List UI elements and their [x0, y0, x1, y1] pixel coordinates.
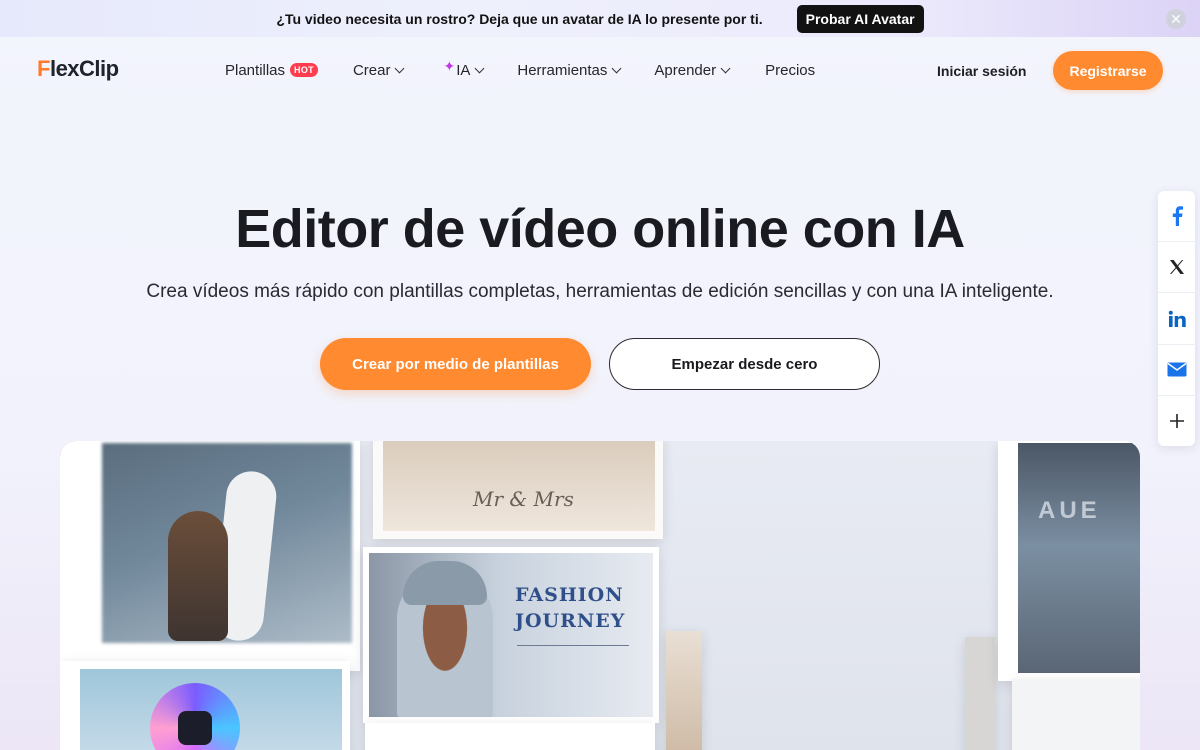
- promo-banner-text: ¿Tu video necesita un rostro? Deja que u…: [276, 10, 763, 27]
- nav-item-label: Crear: [352, 61, 391, 79]
- fashion-title-line2: JOURNEY: [515, 609, 626, 632]
- template-thumb-right-lower: [1012, 679, 1140, 750]
- top-nav: FlexClip Plantillas HOT Crear ✦ IA Herra…: [0, 37, 1200, 103]
- share-more[interactable]: [1158, 396, 1195, 446]
- chevron-down-icon: [720, 63, 731, 73]
- share-email[interactable]: [1158, 345, 1195, 396]
- hero-subtitle: Crea vídeos más rápido con plantillas co…: [146, 281, 1054, 302]
- template-thumb-ai: [60, 661, 350, 750]
- fashion-title-line1: FASHION: [515, 584, 624, 606]
- login-link[interactable]: Iniciar sesión: [937, 63, 1026, 79]
- city-photo: [1018, 443, 1140, 673]
- template-thumb-lower: [365, 723, 655, 750]
- fashion-journey-title: FASHION JOURNEY: [515, 583, 625, 634]
- create-from-templates-button[interactable]: Crear por medio de plantillas: [320, 338, 591, 390]
- fashion-photo: FASHION JOURNEY: [369, 553, 653, 717]
- surfer-shape: [168, 511, 228, 641]
- nav-item-ia[interactable]: ✦ IA: [443, 58, 485, 79]
- nav-menu: Plantillas HOT Crear ✦ IA Herramientas A…: [225, 37, 815, 103]
- chevron-down-icon: [611, 63, 622, 73]
- wedding-photo: [383, 441, 655, 531]
- nav-item-label: IA: [456, 61, 471, 79]
- template-showcase: Mr & Mrs FASHION JOURNEY AUE: [60, 441, 1140, 750]
- try-ai-avatar-button[interactable]: Probar AI Avatar: [796, 4, 924, 33]
- share-rail: [1158, 191, 1195, 446]
- nav-item-label: Plantillas: [225, 61, 286, 79]
- mail-icon: [1167, 362, 1186, 377]
- template-thumb-small: [666, 631, 702, 750]
- beanie-shape: [403, 561, 487, 605]
- x-icon: [1169, 260, 1184, 275]
- nav-item-herramientas[interactable]: Herramientas: [517, 61, 622, 79]
- share-x[interactable]: [1158, 242, 1195, 294]
- fashion-divider: [517, 645, 629, 646]
- hot-badge: HOT: [290, 63, 318, 77]
- signup-button[interactable]: Registrarse: [1053, 51, 1163, 90]
- wedding-script-text: Mr & Mrs: [473, 487, 574, 511]
- start-from-scratch-button[interactable]: Empezar desde cero: [609, 338, 880, 390]
- sparkle-icon: ✦: [443, 57, 456, 74]
- logo-letter-f: F: [37, 56, 50, 81]
- template-thumb-surf: [60, 441, 360, 671]
- city-title-text: AUE: [1038, 497, 1101, 524]
- nav-item-label: Herramientas: [517, 61, 608, 79]
- facebook-icon: [1172, 206, 1183, 227]
- close-icon[interactable]: ✕: [1166, 9, 1186, 29]
- template-thumb-wedding: Mr & Mrs: [373, 441, 663, 539]
- linkedin-icon: [1168, 310, 1186, 327]
- chevron-down-icon: [474, 63, 485, 73]
- nav-item-crear[interactable]: Crear: [352, 61, 405, 79]
- chevron-down-icon: [395, 63, 405, 73]
- template-thumb-small-2: [965, 637, 995, 750]
- template-thumb-city: AUE: [998, 441, 1140, 681]
- page-title: Editor de vídeo online con IA: [235, 199, 965, 259]
- nav-item-plantillas[interactable]: Plantillas HOT: [225, 62, 318, 79]
- share-linkedin[interactable]: [1158, 293, 1195, 345]
- plus-icon: [1169, 413, 1184, 428]
- flexclip-logo[interactable]: FlexClip: [37, 56, 119, 82]
- logo-wordmark: lexClip: [49, 56, 119, 81]
- nav-item-precios[interactable]: Precios: [765, 62, 815, 79]
- promo-banner: ¿Tu video necesita un rostro? Deja que u…: [0, 0, 1200, 37]
- share-facebook[interactable]: [1158, 191, 1195, 243]
- nav-item-label: Aprender: [654, 61, 717, 79]
- template-thumb-fashion: FASHION JOURNEY: [363, 547, 659, 723]
- nav-item-aprender[interactable]: Aprender: [654, 61, 731, 79]
- nav-item-label: Precios: [765, 61, 816, 79]
